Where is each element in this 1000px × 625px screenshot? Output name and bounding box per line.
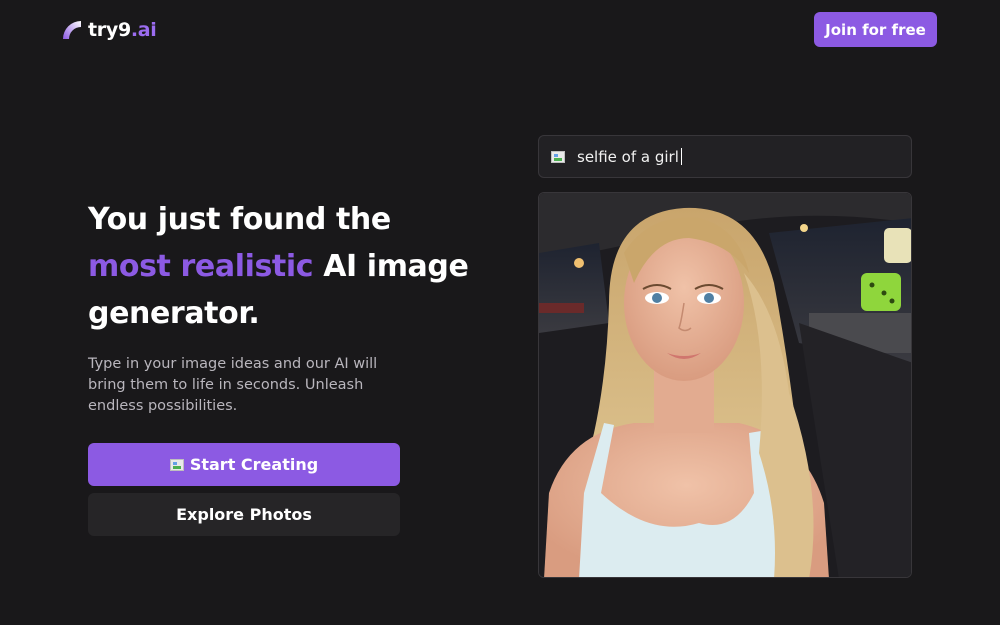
- hero-headline: You just found the most realistic AI imag…: [88, 196, 488, 337]
- headline-highlight: most realistic: [88, 249, 314, 284]
- generated-photo-illustration: [539, 193, 911, 577]
- prompt-broken-image-icon: [551, 150, 565, 163]
- logo-main: try9: [88, 19, 131, 41]
- logo-suffix: .ai: [130, 19, 157, 41]
- prompt-text: selfie of a girl: [577, 147, 683, 166]
- prompt-value: selfie of a girl: [577, 147, 679, 166]
- generated-photo: [538, 192, 912, 578]
- explore-photos-button[interactable]: Explore Photos: [88, 493, 400, 536]
- logo-text: try9.ai: [88, 19, 157, 41]
- top-nav: try9.ai Join for free: [0, 0, 1000, 60]
- site-logo[interactable]: try9.ai: [62, 17, 157, 43]
- headline-part1: You just found the: [88, 202, 391, 237]
- logo-mark-icon: [63, 21, 81, 39]
- prompt-display[interactable]: selfie of a girl: [538, 135, 912, 178]
- text-caret: [680, 147, 683, 165]
- start-creating-label: Start Creating: [189, 455, 319, 474]
- start-creating-button[interactable]: Start Creating: [88, 443, 400, 486]
- hero-subtext: Type in your image ideas and our AI will…: [88, 356, 378, 414]
- broken-image-icon: [169, 458, 184, 471]
- join-for-free-button[interactable]: Join for free: [814, 12, 937, 47]
